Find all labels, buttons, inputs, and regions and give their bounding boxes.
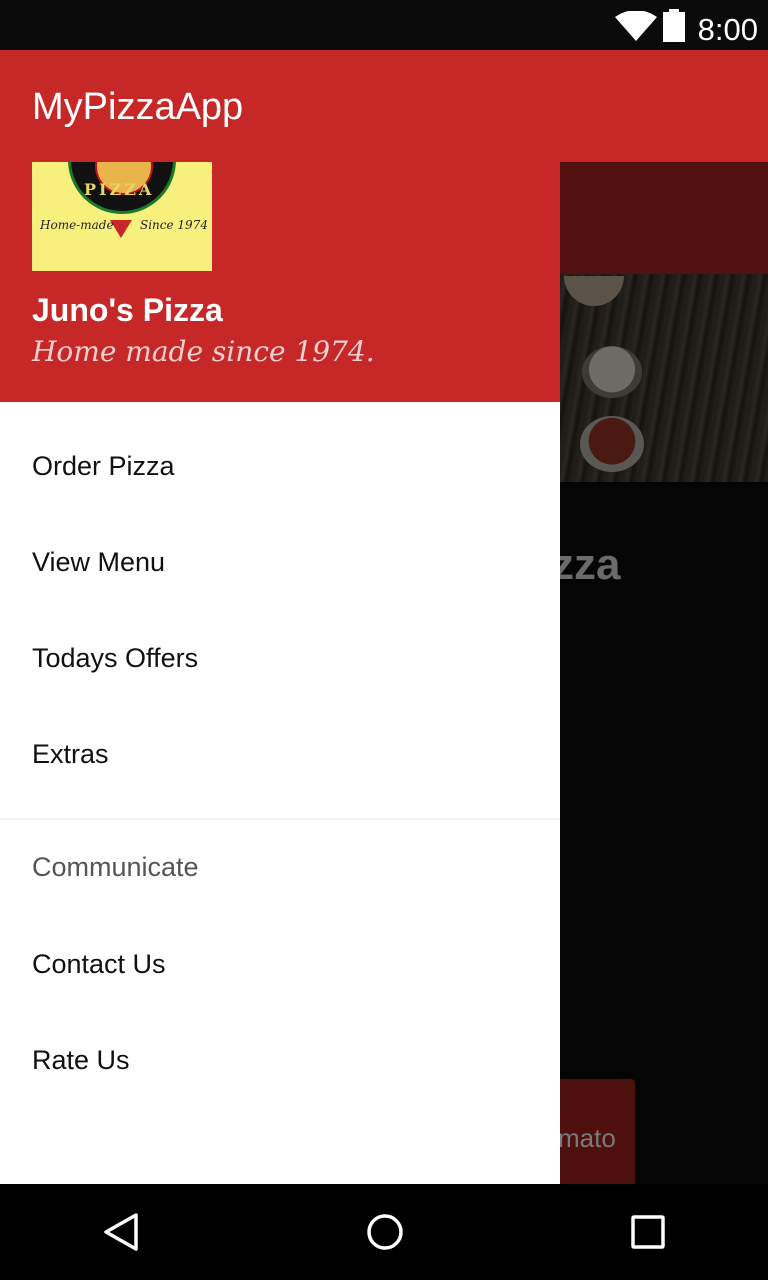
menu-item-contact-us[interactable]: Contact Us — [0, 916, 560, 1012]
menu-item-label: Order Pizza — [32, 451, 175, 481]
home-icon[interactable] — [365, 1212, 405, 1252]
background-banner — [560, 162, 768, 274]
app-title: MyPizzaApp — [32, 86, 244, 128]
menu-item-label: Todays Offers — [32, 643, 199, 673]
drawer-header: PIZZA Home-made Since 1974 Juno's Pizza … — [0, 162, 560, 402]
navigation-drawer: PIZZA Home-made Since 1974 Juno's Pizza … — [0, 162, 560, 1184]
status-time: 8:00 — [697, 12, 758, 47]
menu-item-extras[interactable]: Extras — [0, 706, 560, 802]
background-heading-text: zza — [560, 540, 621, 589]
logo-right-text: Since 1974 — [140, 218, 208, 232]
background-heading: zza — [560, 540, 768, 590]
logo-brand-text: PIZZA — [84, 180, 155, 199]
mushroom-graphic — [564, 276, 624, 306]
menu-divider — [0, 818, 560, 820]
sauce-bowl-white — [582, 346, 642, 398]
menu-item-view-menu[interactable]: View Menu — [0, 514, 560, 610]
recents-icon[interactable] — [630, 1214, 666, 1250]
menu-item-label: Extras — [32, 739, 109, 769]
app-bar: MyPizzaApp — [0, 50, 768, 162]
menu-item-label: Contact Us — [32, 949, 166, 979]
status-bar: 8:00 — [0, 0, 768, 50]
shop-tagline: Home made since 1974. — [32, 335, 375, 368]
background-button-text: mato — [560, 1123, 616, 1153]
section-title-communicate: Communicate — [32, 852, 199, 882]
menu-item-todays-offers[interactable]: Todays Offers — [0, 610, 560, 706]
menu-item-rate-us[interactable]: Rate Us — [0, 1012, 560, 1108]
menu-item-order-pizza[interactable]: Order Pizza — [0, 418, 560, 514]
menu-item-label: View Menu — [32, 547, 166, 577]
battery-icon — [663, 9, 685, 42]
logo-left-text: Home-made — [40, 218, 114, 232]
back-icon[interactable] — [101, 1211, 141, 1253]
menu-item-label: Rate Us — [32, 1045, 130, 1075]
background-zomato-button: mato — [560, 1079, 635, 1184]
shop-logo: PIZZA Home-made Since 1974 — [32, 162, 212, 271]
sauce-bowl-red — [580, 416, 644, 472]
wifi-icon — [615, 11, 657, 41]
shop-name: Juno's Pizza — [32, 292, 223, 328]
background-pizza-photo — [560, 274, 768, 482]
